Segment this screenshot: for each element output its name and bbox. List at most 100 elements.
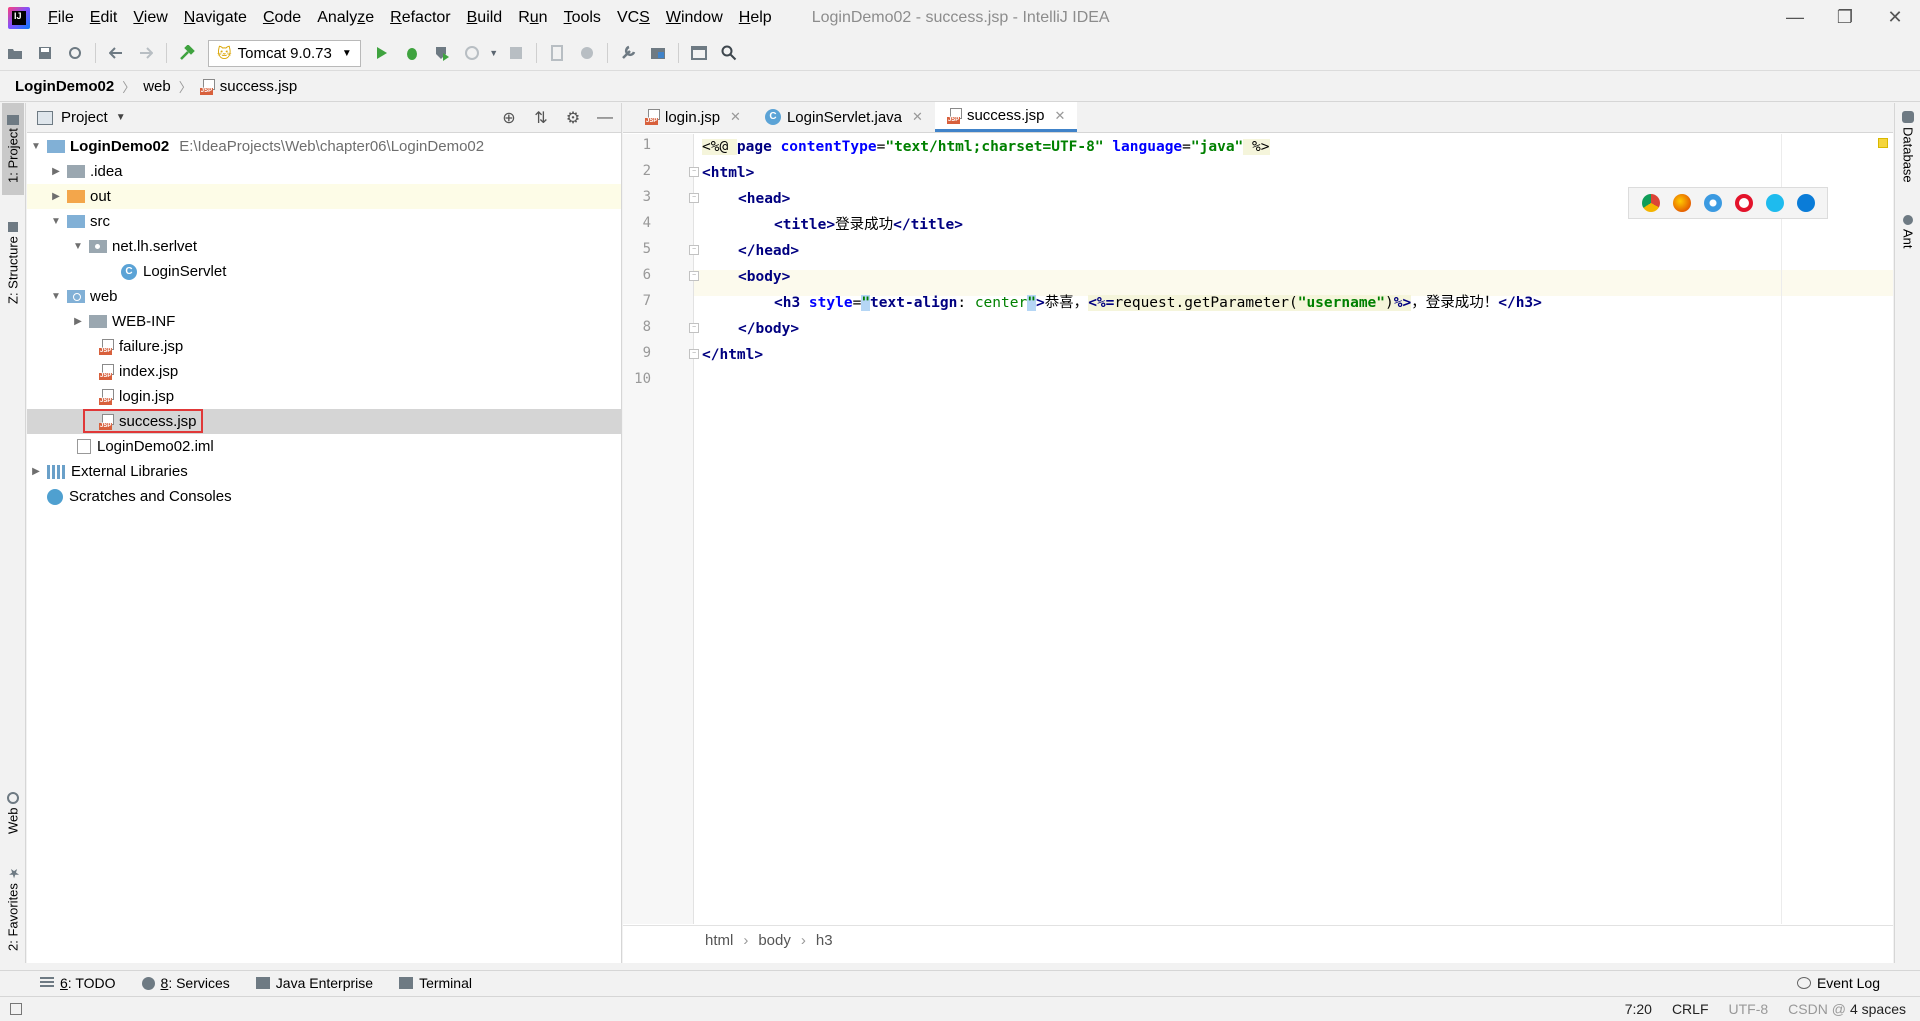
menu-refactor[interactable]: Refactor	[382, 9, 458, 27]
tool-tab-database[interactable]: Database	[1897, 111, 1919, 201]
safari-icon[interactable]	[1703, 194, 1722, 212]
tab-login-jsp[interactable]: login.jsp ✕	[633, 102, 753, 132]
chrome-icon[interactable]	[1641, 194, 1660, 212]
fold-marker-icon[interactable]: −	[689, 271, 699, 281]
close-window-button[interactable]: ✕	[1870, 7, 1920, 28]
tree-node-loginservlet[interactable]: C LoginServlet	[27, 259, 621, 284]
expanded-arrow-icon[interactable]: ▼	[71, 241, 85, 252]
line-separator[interactable]: CRLF	[1672, 1001, 1709, 1017]
tree-node-login-jsp[interactable]: login.jsp	[27, 384, 621, 409]
caret-position[interactable]: 7:20	[1625, 1001, 1652, 1017]
attach-debugger-icon[interactable]	[542, 38, 572, 68]
fold-marker-icon[interactable]: −	[689, 193, 699, 203]
debug-bug-icon[interactable]	[397, 38, 427, 68]
menu-edit[interactable]: Edit	[82, 9, 126, 27]
hide-panel-icon[interactable]: —	[589, 109, 621, 127]
expanded-arrow-icon[interactable]: ▼	[29, 141, 43, 152]
menu-build[interactable]: Build	[459, 9, 511, 27]
run-icon[interactable]	[367, 38, 397, 68]
expanded-arrow-icon[interactable]: ▼	[49, 216, 63, 227]
run-configuration-select[interactable]: 🐱 Tomcat 9.0.73 ▼	[208, 39, 361, 67]
tree-node-src[interactable]: ▼ src	[27, 209, 621, 234]
close-icon[interactable]: ✕	[912, 109, 923, 125]
menu-window[interactable]: Window	[658, 9, 731, 27]
tool-event-log[interactable]: Event Log	[1796, 975, 1880, 991]
gear-icon[interactable]: ⚙	[557, 108, 589, 128]
menu-analyze[interactable]: Analyze	[309, 9, 382, 27]
tree-node-failure-jsp[interactable]: failure.jsp	[27, 334, 621, 359]
tree-node-root[interactable]: ▼ LoginDemo02 E:\IdeaProjects\Web\chapte…	[27, 134, 621, 159]
tool-tab-favorites[interactable]: 2: Favorites ★	[2, 858, 24, 958]
settings-wrench-icon[interactable]	[613, 38, 643, 68]
profile-dropdown-icon[interactable]: ▼	[487, 38, 501, 68]
menu-code[interactable]: Code	[255, 9, 309, 27]
collapsed-arrow-icon[interactable]: ▶	[49, 166, 63, 177]
tree-node-package[interactable]: ▼ net.lh.serlvet	[27, 234, 621, 259]
crumb-html[interactable]: html	[705, 932, 733, 949]
collapsed-arrow-icon[interactable]: ▶	[49, 191, 63, 202]
menu-vcs[interactable]: VCS	[609, 9, 658, 27]
edge-icon[interactable]	[1796, 194, 1815, 212]
close-icon[interactable]: ✕	[730, 109, 741, 125]
restore-button[interactable]: ❐	[1820, 7, 1870, 28]
tool-tab-web[interactable]: Web	[2, 783, 24, 843]
menu-run[interactable]: Run	[510, 9, 555, 27]
terminal-window-icon[interactable]	[684, 38, 714, 68]
tree-node-index-jsp[interactable]: index.jsp	[27, 359, 621, 384]
tool-todo[interactable]: 6: TODO	[40, 975, 116, 991]
stop-icon[interactable]	[501, 38, 531, 68]
code-editor[interactable]: <%@ page contentType = "text/html;charset=…	[702, 134, 1882, 924]
locate-target-icon[interactable]: ⊕	[493, 108, 525, 128]
tree-node-iml[interactable]: LoginDemo02.iml	[27, 434, 621, 459]
forward-arrow-icon[interactable]	[131, 38, 161, 68]
project-view-title[interactable]: Project	[61, 109, 108, 126]
tree-node-scratches[interactable]: Scratches and Consoles	[27, 484, 621, 509]
crumb-body[interactable]: body	[758, 932, 791, 949]
firefox-icon[interactable]	[1672, 194, 1691, 212]
minimize-button[interactable]: —	[1770, 7, 1820, 28]
run-with-coverage-icon[interactable]	[427, 38, 457, 68]
tool-java-enterprise[interactable]: Java Enterprise	[255, 975, 373, 991]
menu-view[interactable]: View	[125, 9, 175, 27]
tree-node-external-libraries[interactable]: ▶ External Libraries	[27, 459, 621, 484]
collapsed-arrow-icon[interactable]: ▶	[71, 316, 85, 327]
fold-marker-icon[interactable]: −	[689, 323, 699, 333]
collapsed-arrow-icon[interactable]: ▶	[29, 466, 43, 477]
toggle-tool-windows-icon[interactable]	[10, 1003, 22, 1015]
tool-tab-project[interactable]: 1: Project	[2, 103, 24, 195]
inspection-warning-icon[interactable]	[1878, 138, 1888, 148]
breadcrumb-project[interactable]: LoginDemo02	[15, 78, 114, 95]
menu-file[interactable]: File	[40, 9, 82, 27]
tree-node-idea[interactable]: ▶ .idea	[27, 159, 621, 184]
file-encoding[interactable]: UTF-8	[1729, 1001, 1769, 1017]
indent-setting[interactable]: 4 spaces	[1850, 1001, 1906, 1017]
synchronize-icon[interactable]	[60, 38, 90, 68]
internet-explorer-icon[interactable]	[1765, 194, 1784, 212]
open-folder-icon[interactable]	[0, 38, 30, 68]
tree-node-out[interactable]: ▶ out	[27, 184, 621, 209]
tab-loginservlet-java[interactable]: C LoginServlet.java ✕	[753, 102, 935, 132]
build-hammer-icon[interactable]	[172, 38, 202, 68]
fold-marker-icon[interactable]: −	[689, 167, 699, 177]
menu-navigate[interactable]: Navigate	[176, 9, 255, 27]
tool-tab-structure[interactable]: Z: Structure	[2, 213, 24, 313]
tool-terminal[interactable]: Terminal	[399, 975, 472, 991]
menu-tools[interactable]: Tools	[556, 9, 609, 27]
fold-marker-icon[interactable]: −	[689, 349, 699, 359]
tab-success-jsp[interactable]: success.jsp ✕	[934, 102, 1078, 132]
expanded-arrow-icon[interactable]: ▼	[49, 291, 63, 302]
collapse-all-icon[interactable]: ⇅	[525, 108, 557, 128]
chevron-down-icon[interactable]: ▼	[116, 112, 126, 123]
tree-node-webinf[interactable]: ▶ WEB-INF	[27, 309, 621, 334]
tree-node-web[interactable]: ▼ web	[27, 284, 621, 309]
save-all-icon[interactable]	[30, 38, 60, 68]
close-icon[interactable]: ✕	[1054, 108, 1065, 124]
opera-icon[interactable]	[1734, 194, 1753, 212]
project-structure-icon[interactable]	[643, 38, 673, 68]
profile-icon[interactable]	[457, 38, 487, 68]
menu-help[interactable]: Help	[731, 9, 780, 27]
fold-marker-icon[interactable]: −	[689, 245, 699, 255]
breadcrumb-file[interactable]: success.jsp	[220, 78, 298, 95]
search-everywhere-icon[interactable]	[714, 38, 744, 68]
coverage-icon[interactable]	[572, 38, 602, 68]
